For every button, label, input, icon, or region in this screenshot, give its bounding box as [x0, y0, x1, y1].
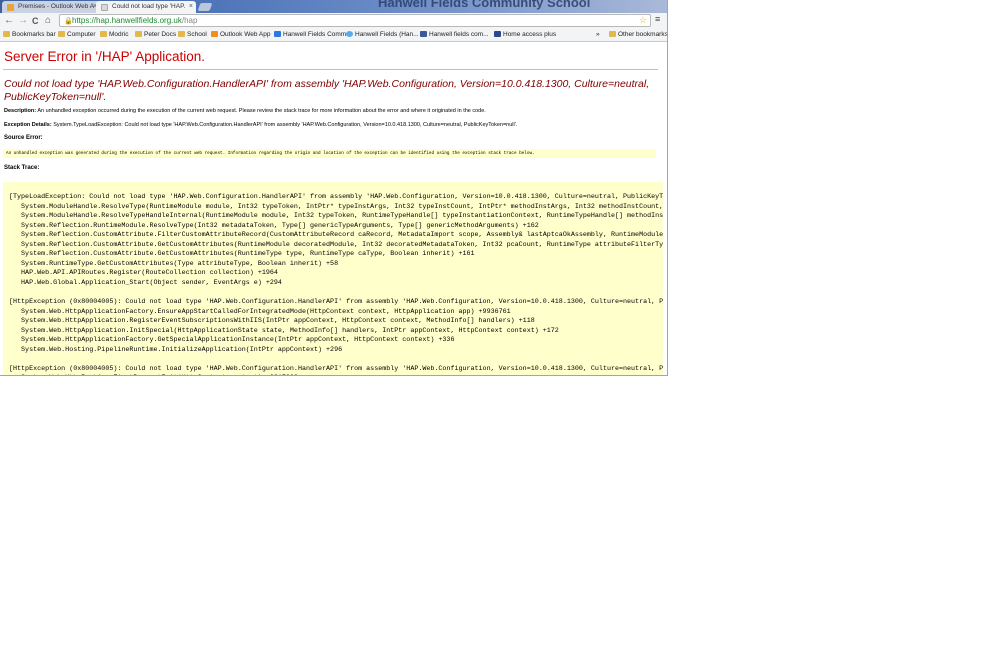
bookmark-star-icon[interactable]: ☆: [639, 15, 647, 26]
exception-text: System.TypeLoadException: Could not load…: [51, 122, 518, 128]
bookmark-label: Computer: [67, 31, 96, 38]
bookmark-item[interactable]: Peter Docs: [135, 29, 176, 41]
description-text: An unhandled exception occurred during t…: [36, 108, 486, 114]
bookmark-item[interactable]: Home access plus: [494, 29, 556, 41]
bookmark-label: Bookmarks bar: [12, 31, 56, 38]
source-error-box: An unhandled exception was generated dur…: [3, 149, 656, 158]
bookmark-item[interactable]: School: [178, 29, 207, 41]
hap-icon: [494, 31, 501, 37]
folder-icon: [3, 31, 10, 37]
bookmark-item[interactable]: Hanwell Fields (Han...: [346, 29, 419, 41]
home-icon[interactable]: ⌂: [45, 14, 51, 28]
address-bar[interactable]: 🔒 https://hap.hanwellfields.org.uk/hap ☆: [59, 14, 651, 27]
description-label: Description:: [4, 108, 37, 114]
stack-trace-label: Stack Trace:: [4, 165, 40, 171]
bookmark-label: Peter Docs: [144, 31, 177, 38]
twitter-icon: [346, 31, 353, 37]
tab-outlook[interactable]: Premises - Outlook Web A ×: [2, 1, 100, 13]
error-subtitle: Could not load type 'HAP.Web.Configurati…: [4, 78, 650, 103]
exception-details-line: Exception Details: System.TypeLoadExcept…: [4, 122, 517, 128]
browser-menu-icon[interactable]: ≡: [655, 14, 660, 24]
page-favicon-icon: [101, 4, 108, 11]
facebook-icon: [420, 31, 427, 37]
bookmark-label: Outlook Web App: [220, 31, 271, 38]
school-icon: [274, 31, 281, 37]
folder-icon: [135, 31, 142, 37]
other-bookmarks[interactable]: Other bookmarks: [609, 29, 668, 41]
page-content: Server Error in '/HAP' Application. Coul…: [0, 42, 667, 375]
new-tab-button[interactable]: [197, 3, 213, 11]
folder-icon: [609, 31, 616, 37]
folder-icon: [178, 31, 185, 37]
outlook-favicon-icon: [7, 4, 14, 11]
browser-window: Hanwell Fields Community School Premises…: [0, 0, 668, 376]
window-background-text: Hanwell Fields Community School: [378, 0, 591, 10]
source-error-label: Source Error:: [4, 135, 43, 141]
bookmark-item[interactable]: Modric: [100, 29, 129, 41]
exception-label: Exception Details:: [4, 122, 52, 128]
bookmarks-overflow-icon[interactable]: »: [596, 29, 600, 41]
reload-icon[interactable]: C: [32, 14, 39, 28]
tab-strip: Hanwell Fields Community School Premises…: [0, 0, 667, 13]
bookmark-item[interactable]: Hanwell Fields Comm...: [274, 29, 352, 41]
stack-trace-text: [TypeLoadException: Could not load type …: [9, 193, 663, 375]
description-line: Description: An unhandled exception occu…: [4, 108, 486, 114]
url-path: /hap: [181, 16, 198, 25]
bookmark-item[interactable]: Outlook Web App: [211, 29, 270, 41]
folder-icon: [58, 31, 65, 37]
outlook-icon: [211, 31, 218, 37]
folder-icon: [100, 31, 107, 37]
browser-toolbar: ← → C ⌂ 🔒 https://hap.hanwellfields.org.…: [0, 13, 667, 29]
bookmarks-bar: Bookmarks bar Computer Modric Peter Docs…: [0, 29, 667, 42]
bookmark-item[interactable]: Hanwell fields com...: [420, 29, 489, 41]
bookmark-item[interactable]: Bookmarks bar: [3, 29, 56, 41]
url-text: https://hap.hanwellfields.org.uk/hap: [72, 15, 197, 26]
stack-trace-box: [TypeLoadException: Could not load type …: [3, 182, 663, 375]
tab-error-page[interactable]: Could not load type 'HAP. ×: [96, 1, 196, 13]
tab-title: Premises - Outlook Web A: [18, 3, 95, 10]
url-host: https://hap.hanwellfields.org.uk: [72, 16, 182, 25]
bookmark-label: Hanwell fields com...: [429, 31, 489, 38]
tab-title: Could not load type 'HAP.: [112, 3, 186, 10]
error-title: Server Error in '/HAP' Application.: [4, 49, 205, 64]
bookmark-label: Modric: [109, 31, 129, 38]
bookmark-label: Home access plus: [503, 31, 557, 38]
bookmark-label: School: [187, 31, 207, 38]
bookmark-item[interactable]: Computer: [58, 29, 96, 41]
close-tab-icon[interactable]: ×: [189, 1, 193, 13]
bookmark-label: Hanwell Fields Comm...: [283, 31, 352, 38]
forward-icon[interactable]: →: [18, 14, 28, 28]
back-icon[interactable]: ←: [4, 14, 14, 28]
bookmark-label: Hanwell Fields (Han...: [355, 31, 419, 38]
bookmark-label: Other bookmarks: [618, 31, 668, 38]
title-divider: [3, 69, 658, 70]
